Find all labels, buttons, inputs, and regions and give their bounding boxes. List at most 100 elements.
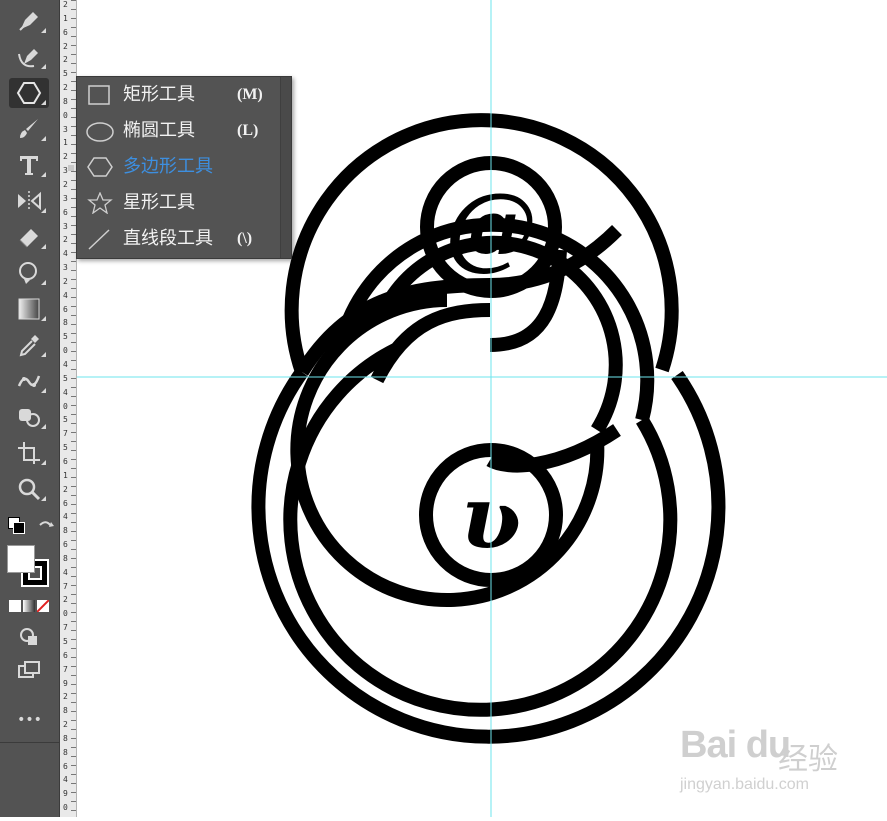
ruler-digit: 0 <box>63 609 68 619</box>
screen-mode-icon <box>18 661 40 678</box>
ruler-tick <box>71 648 76 649</box>
ruler-tick <box>71 747 76 748</box>
ruler-tick <box>71 396 76 397</box>
ruler-tick <box>71 504 76 505</box>
draw-mode-button[interactable] <box>9 622 49 652</box>
ruler-tick <box>71 792 76 793</box>
ruler-digit: 6 <box>63 304 68 314</box>
fill-swatch[interactable] <box>7 545 35 573</box>
draw-mode-icon <box>20 628 37 645</box>
ruler-tick <box>71 576 76 577</box>
ruler-digit: 9 <box>63 789 68 799</box>
ruler-tick <box>71 657 76 658</box>
ruler-tick <box>71 0 76 1</box>
ruler-digit: 0 <box>63 401 68 411</box>
shape-builder-tool-button[interactable] <box>9 402 49 432</box>
ruler-tick <box>71 765 76 766</box>
ruler-tick <box>71 666 76 667</box>
color-mode-buttons <box>9 600 51 612</box>
artboard-icon <box>18 442 40 464</box>
ruler-tick <box>71 261 76 262</box>
ruler-digit: 6 <box>63 207 68 217</box>
ruler-digit: 4 <box>63 775 68 785</box>
ruler-tick <box>71 594 76 595</box>
ruler-digit: 1 <box>63 470 68 480</box>
ruler-tick <box>71 702 76 703</box>
menu-item-polygon-tool[interactable]: 多边形工具 <box>68 149 291 185</box>
ruler-digit: 8 <box>63 318 68 328</box>
ruler-digit: 6 <box>63 540 68 550</box>
toolbar-divider <box>0 742 59 743</box>
vertical-ruler: 2162252803123236324324685045405756126486… <box>60 0 77 817</box>
shape-tools-flyout: 矩形工具 (M) 椭圆工具 (L) 多边形工具 星形工具 直线段工具 (\) <box>68 76 292 259</box>
puppet-warp-tool-button[interactable] <box>9 366 49 396</box>
ruler-tick <box>71 18 76 19</box>
ruler-tick <box>71 603 76 604</box>
ruler-digit: 2 <box>63 235 68 245</box>
menu-item-ellipse-tool[interactable]: 椭圆工具 (L) <box>77 113 291 149</box>
pen-tool-button[interactable] <box>9 6 49 36</box>
ruler-tick <box>71 783 76 784</box>
fill-stroke-swatches[interactable] <box>7 545 53 591</box>
ruler-tick <box>71 567 76 568</box>
ruler-digit: 8 <box>63 553 68 563</box>
ruler-tick <box>71 729 76 730</box>
menu-item-star-tool[interactable]: 星形工具 <box>77 185 291 221</box>
artboard-tool-button[interactable] <box>9 438 49 468</box>
watermark-logo: Bai du <box>680 724 791 766</box>
flyout-tearoff-bar[interactable] <box>280 77 291 258</box>
star-icon <box>87 192 113 214</box>
ruler-tick <box>71 324 76 325</box>
color-mode-button[interactable] <box>9 600 21 612</box>
ruler-tick <box>71 585 76 586</box>
ruler-tick <box>71 558 76 559</box>
ruler-tick <box>71 36 76 37</box>
ruler-digit: 4 <box>63 360 68 370</box>
eyedropper-tool-button[interactable] <box>9 330 49 360</box>
ruler-digit: 1 <box>63 13 68 23</box>
menu-item-line-segment-tool[interactable]: 直线段工具 (\) <box>77 221 291 257</box>
menu-item-rectangle-tool[interactable]: 矩形工具 (M) <box>77 77 291 113</box>
ruler-digit: 0 <box>63 803 68 813</box>
curvature-tool-button[interactable] <box>9 42 49 72</box>
swap-colors-icon[interactable] <box>37 518 55 536</box>
ruler-digit: 2 <box>63 152 68 162</box>
ruler-digit: 6 <box>63 761 68 771</box>
gradient-tool-button[interactable] <box>9 294 49 324</box>
eyedropper-icon <box>19 335 39 357</box>
zoom-tool-button[interactable] <box>9 474 49 504</box>
paintbrush-tool-button[interactable] <box>9 114 49 144</box>
none-mode-button[interactable] <box>37 600 49 612</box>
ruler-tick <box>71 27 76 28</box>
ruler-tick <box>71 333 76 334</box>
ruler-tick <box>71 9 76 10</box>
gradient-mode-button[interactable] <box>23 600 35 612</box>
type-tool-button[interactable] <box>9 150 49 180</box>
eraser-tool-button[interactable] <box>9 222 49 252</box>
ruler-digit: 8 <box>63 747 68 757</box>
ruler-digit: 2 <box>63 0 68 9</box>
ellipse-icon <box>86 122 114 142</box>
shape-tool-button[interactable] <box>9 78 49 108</box>
ruler-tick <box>71 279 76 280</box>
ruler-digit: 2 <box>63 276 68 286</box>
more-tools-button[interactable]: ••• <box>0 706 59 734</box>
screen-mode-button[interactable] <box>9 656 49 686</box>
ruler-tick <box>71 459 76 460</box>
default-colors-icon[interactable] <box>8 517 26 535</box>
ruler-digit: 6 <box>63 498 68 508</box>
warp-tool-button[interactable] <box>9 258 49 288</box>
reflect-tool-button[interactable] <box>9 186 49 216</box>
pen-icon <box>19 12 38 31</box>
menu-item-label: 椭圆工具 <box>123 120 195 141</box>
ruler-digit: 7 <box>63 581 68 591</box>
selected-bullet <box>68 165 74 171</box>
ruler-digit: 5 <box>63 636 68 646</box>
ruler-tick <box>71 738 76 739</box>
ruler-tick <box>71 315 76 316</box>
menu-item-shortcut: (L) <box>237 122 259 139</box>
ruler-tick <box>71 405 76 406</box>
ruler-tick <box>71 351 76 352</box>
ruler-tick <box>71 774 76 775</box>
ruler-digit: 5 <box>63 69 68 79</box>
